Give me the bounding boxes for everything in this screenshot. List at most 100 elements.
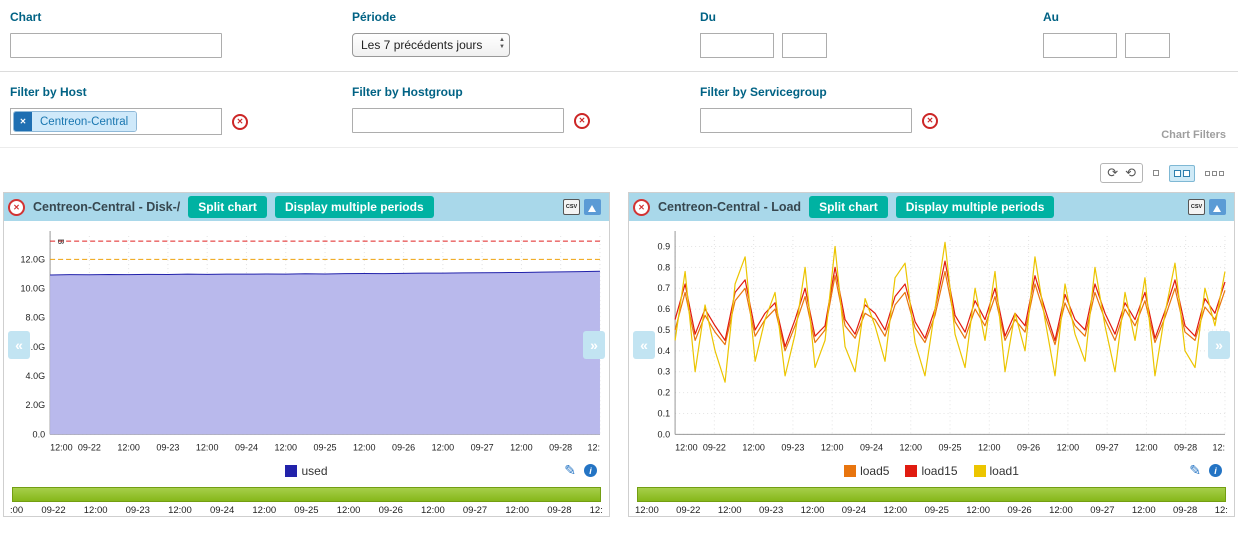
scroll-left-button[interactable]: « <box>633 331 655 359</box>
timeline-label: 12:00 <box>883 505 907 516</box>
scroll-left-button[interactable]: « <box>8 331 30 359</box>
square-glyph <box>1219 171 1224 176</box>
close-chart-icon[interactable]: ✕ <box>633 199 650 216</box>
clear-host-filter-icon[interactable]: ✕ <box>232 114 248 130</box>
display-multiple-periods-button[interactable]: Display multiple periods <box>896 196 1055 218</box>
timeline-bar[interactable] <box>12 487 601 502</box>
timeline-label: 12:00 <box>1049 505 1073 516</box>
legend-item[interactable]: used <box>285 464 327 478</box>
svg-text:0.2: 0.2 <box>658 388 671 398</box>
timeline-label: 09-26 <box>379 505 403 516</box>
charts-grid: ✕ Centreon-Central - Disk-/ Split chart … <box>0 192 1238 517</box>
split-chart-button[interactable]: Split chart <box>188 196 267 218</box>
servicegroup-filter-label: Filter by Servicegroup <box>700 85 938 99</box>
filter-row-primary: Chart Période Les 7 précédents jours ▲ ▼… <box>0 0 1238 72</box>
disk-usage-chart[interactable]: 12:0009-2212:0009-2312:0009-2412:0009-25… <box>6 226 607 458</box>
edit-icon[interactable]: ✎ <box>1189 462 1201 479</box>
svg-text:12:00: 12:00 <box>117 442 140 452</box>
export-image-icon[interactable] <box>1209 199 1226 215</box>
chart-title: Centreon-Central - Load <box>658 200 801 214</box>
svg-text:09-22: 09-22 <box>703 442 726 452</box>
svg-text:09-24: 09-24 <box>235 442 258 452</box>
chart-action-icons: ✎ i <box>1189 462 1222 479</box>
svg-text:12:00: 12:00 <box>1135 442 1158 452</box>
legend-swatch <box>905 465 917 477</box>
close-chart-icon[interactable]: ✕ <box>8 199 25 216</box>
svg-text:0.6: 0.6 <box>658 304 671 314</box>
svg-text:0.4: 0.4 <box>658 346 671 356</box>
timeline-label: 09-28 <box>547 505 571 516</box>
du-time-input[interactable] <box>782 33 827 58</box>
du-date-input[interactable] <box>700 33 774 58</box>
clear-hostgroup-filter-icon[interactable]: ✕ <box>574 113 590 129</box>
legend-item[interactable]: load15 <box>905 464 957 478</box>
chart-title: Centreon-Central - Disk-/ <box>33 200 180 214</box>
host-filter-group: Filter by Host ✕ Centreon-Central ✕ <box>10 85 248 135</box>
host-filter-input[interactable]: ✕ Centreon-Central <box>10 108 222 135</box>
chart-area: 12:0009-2212:0009-2312:0009-2412:0009-25… <box>629 221 1234 458</box>
timeline-label: 12: <box>1215 505 1228 516</box>
chart-filters-section-label: Chart Filters <box>1161 129 1226 141</box>
legend-swatch <box>285 465 297 477</box>
svg-text:09-26: 09-26 <box>1017 442 1040 452</box>
refresh-icon[interactable]: ⟳ <box>1107 165 1118 181</box>
timeline-label: 09-28 <box>1173 505 1197 516</box>
svg-text:12:00: 12:00 <box>196 442 219 452</box>
periode-select[interactable]: Les 7 précédents jours ▲ ▼ <box>352 33 510 57</box>
timeline-label: 09-22 <box>676 505 700 516</box>
servicegroup-filter-input[interactable] <box>700 108 912 133</box>
chart-filter-input[interactable] <box>10 33 222 58</box>
au-time-input[interactable] <box>1125 33 1170 58</box>
scroll-right-button[interactable]: » <box>583 331 605 359</box>
export-icons: CSV <box>563 199 601 215</box>
info-icon[interactable]: i <box>1209 464 1222 477</box>
svg-text:12:00: 12:00 <box>978 442 1001 452</box>
au-date-input[interactable] <box>1043 33 1117 58</box>
timeline-label: 09-26 <box>1007 505 1031 516</box>
legend-label: load5 <box>860 464 889 478</box>
legend-item[interactable]: load5 <box>844 464 889 478</box>
hostgroup-filter-input[interactable] <box>352 108 564 133</box>
chevron-up-icon: ▲ <box>499 37 505 44</box>
host-filter-label: Filter by Host <box>10 85 248 99</box>
select-arrows-icon: ▲ ▼ <box>499 37 505 51</box>
timeline-label: 09-22 <box>41 505 65 516</box>
remove-tag-icon[interactable]: ✕ <box>14 112 32 131</box>
legend-item[interactable]: load1 <box>974 464 1019 478</box>
export-image-icon[interactable] <box>584 199 601 215</box>
display-multiple-periods-button[interactable]: Display multiple periods <box>275 196 434 218</box>
svg-text:12:00: 12:00 <box>50 442 73 452</box>
svg-text:0.9: 0.9 <box>658 241 671 251</box>
svg-text:09-27: 09-27 <box>471 442 494 452</box>
scroll-right-button[interactable]: » <box>1208 331 1230 359</box>
svg-text:12:: 12: <box>1212 442 1225 452</box>
legend-swatch <box>844 465 856 477</box>
du-filter-group: Du <box>700 10 827 58</box>
chart-filter-label: Chart <box>10 10 222 24</box>
info-icon[interactable]: i <box>584 464 597 477</box>
view-one-column-icon[interactable] <box>1153 170 1159 176</box>
view-three-columns-icon[interactable] <box>1205 171 1224 176</box>
load-chart[interactable]: 12:0009-2212:0009-2312:0009-2412:0009-25… <box>631 226 1232 458</box>
svg-text:12:00: 12:00 <box>432 442 455 452</box>
square-glyph <box>1174 170 1181 177</box>
legend-label: load15 <box>921 464 957 478</box>
split-chart-button[interactable]: Split chart <box>809 196 888 218</box>
host-tag-label: Centreon-Central <box>32 112 136 131</box>
chevron-down-icon: ▼ <box>499 44 505 51</box>
chart-panel-header: ✕ Centreon-Central - Load Split chart Di… <box>629 193 1234 221</box>
view-two-columns-icon[interactable] <box>1169 165 1195 182</box>
view-toolbar: ⟳ ⟲ <box>0 148 1238 183</box>
auto-refresh-icon[interactable]: ⟲ <box>1125 165 1136 181</box>
chart-action-icons: ✎ i <box>564 462 597 479</box>
svg-text:09-23: 09-23 <box>781 442 804 452</box>
clear-servicegroup-filter-icon[interactable]: ✕ <box>922 113 938 129</box>
au-filter-label: Au <box>1043 10 1170 24</box>
timeline-label: 12:00 <box>801 505 825 516</box>
timeline-bar[interactable] <box>637 487 1226 502</box>
du-filter-label: Du <box>700 10 827 24</box>
edit-icon[interactable]: ✎ <box>564 462 576 479</box>
export-csv-icon[interactable]: CSV <box>563 199 580 215</box>
export-csv-icon[interactable]: CSV <box>1188 199 1205 215</box>
svg-text:12:00: 12:00 <box>353 442 376 452</box>
